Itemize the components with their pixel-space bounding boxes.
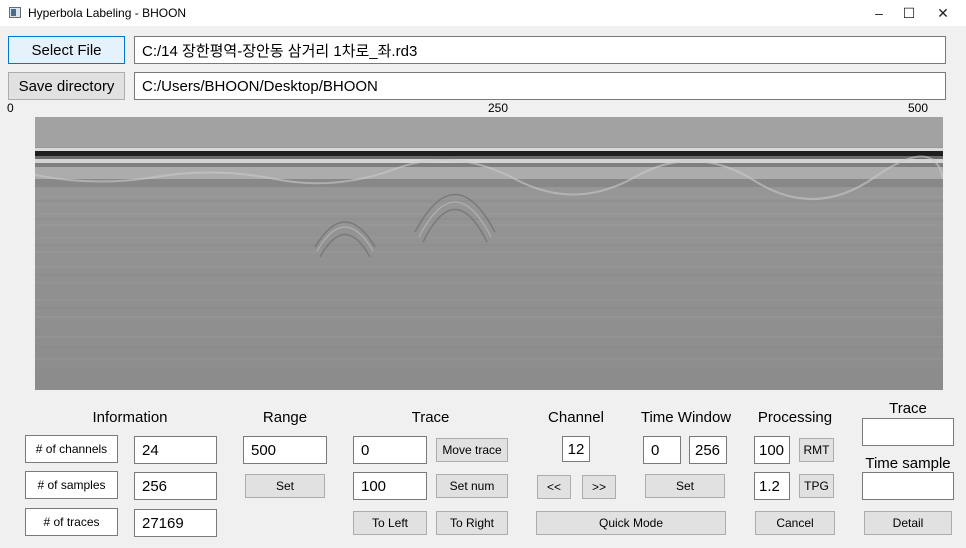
range-input[interactable]: 500 [243,436,327,464]
move-trace-button[interactable]: Move trace [436,438,508,462]
traces-value[interactable]: 27169 [134,509,217,537]
save-directory-button[interactable]: Save directory [8,72,125,100]
rmt-input[interactable]: 100 [754,436,790,464]
window-title: Hyperbola Labeling - BHOON [28,6,187,20]
traces-label: # of traces [25,508,118,536]
file-path-field[interactable]: C:/14 장한평역-장안동 삼거리 1차로_좌.rd3 [134,36,946,64]
trace-num-input[interactable]: 100 [353,472,427,500]
save-path-field[interactable]: C:/Users/BHOON/Desktop/BHOON [134,72,946,100]
to-right-button[interactable]: To Right [436,511,508,535]
radargram-view[interactable] [35,117,943,390]
samples-label: # of samples [25,471,118,499]
trace-start-input[interactable]: 0 [353,436,427,464]
processing-header: Processing [757,409,833,426]
set-num-button[interactable]: Set num [436,474,508,498]
channels-value[interactable]: 24 [134,436,217,464]
channel-prev-button[interactable]: << [537,475,571,499]
ruler-tick-end: 500 [908,101,929,115]
time-window-set-button[interactable]: Set [645,474,725,498]
radargram-image [35,117,943,390]
ruler-tick-mid: 250 [488,101,509,115]
ruler-tick-start: 0 [7,101,14,115]
channel-header: Channel [548,409,604,426]
trace-side-input[interactable] [862,418,954,446]
tpg-button[interactable]: TPG [799,474,834,498]
trace-header: Trace [411,409,450,426]
channel-input[interactable]: 12 [562,436,590,462]
detail-button[interactable]: Detail [864,511,952,535]
app-icon [9,7,21,18]
tpg-input[interactable]: 1.2 [754,472,790,500]
samples-value[interactable]: 256 [134,472,217,500]
range-set-button[interactable]: Set [245,474,325,498]
time-window-to-input[interactable]: 256 [689,436,727,464]
time-window-header: Time Window [640,409,732,426]
time-sample-input[interactable] [862,472,954,500]
rmt-button[interactable]: RMT [799,438,834,462]
time-sample-label: Time sample [865,455,951,472]
cancel-button[interactable]: Cancel [755,511,835,535]
trace-side-label: Trace [889,400,927,417]
quick-mode-button[interactable]: Quick Mode [536,511,726,535]
channel-next-button[interactable]: >> [582,475,616,499]
select-file-button[interactable]: Select File [8,36,125,64]
channels-label: # of channels [25,435,118,463]
time-window-from-input[interactable]: 0 [643,436,681,464]
range-header: Range [262,409,308,426]
to-left-button[interactable]: To Left [353,511,427,535]
information-header: Information [92,409,168,426]
close-button[interactable]: ✕ [920,0,966,26]
